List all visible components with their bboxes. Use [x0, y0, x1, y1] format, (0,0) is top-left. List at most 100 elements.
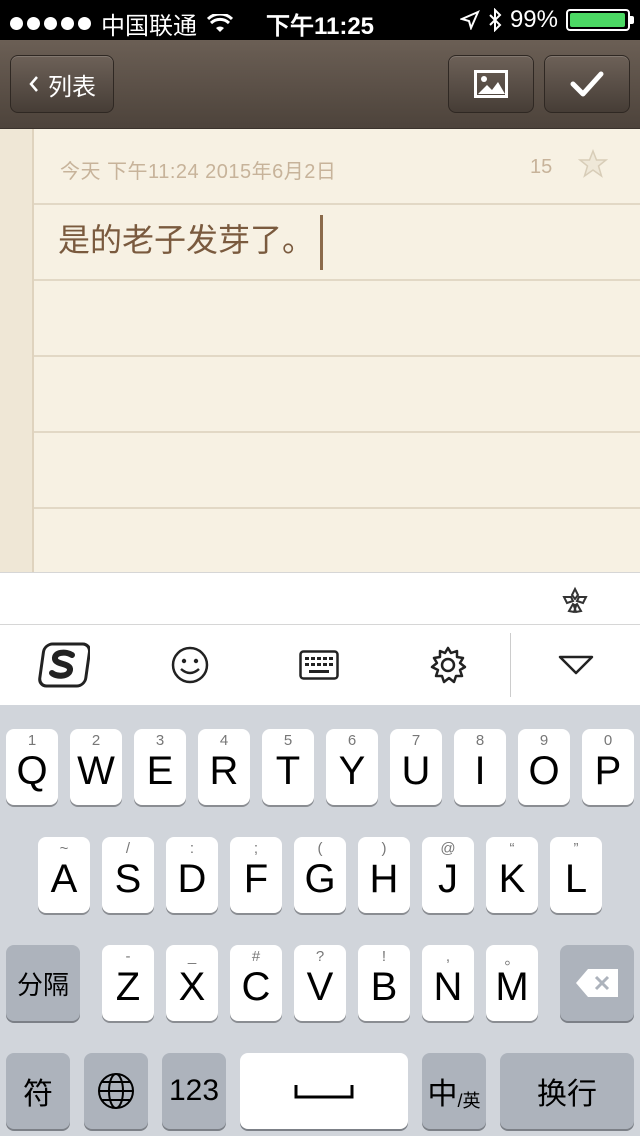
key-i[interactable]: 8I: [454, 729, 506, 805]
key-x[interactable]: _ X: [166, 945, 218, 1021]
key-s[interactable]: / S: [102, 837, 154, 913]
key-primary-label: E: [146, 749, 174, 793]
key-secondary-label: 0: [603, 732, 613, 749]
keyboard: 1Q2W3E4R5T6Y7U8I9O0P ~ A / S: D; F(G) H @ J “K” L …: [0, 705, 640, 1136]
key-primary-label: B: [370, 965, 398, 1009]
insert-image-button[interactable]: [448, 55, 534, 113]
key-primary-label: V: [306, 965, 334, 1009]
candidate-bar: [0, 572, 640, 625]
key-primary-label: Q: [16, 749, 48, 793]
key-v[interactable]: ? V: [294, 945, 346, 1021]
key-primary-label: P: [594, 749, 622, 793]
key-j[interactable]: @ J: [422, 837, 474, 913]
separator-key[interactable]: 分隔: [6, 945, 80, 1021]
key-primary-label: C: [241, 965, 271, 1009]
key-u[interactable]: 7U: [390, 729, 442, 805]
key-r[interactable]: 4R: [198, 729, 250, 805]
battery-icon: [566, 9, 634, 31]
key-primary-label: N: [433, 965, 463, 1009]
key-primary-label: H: [369, 857, 399, 901]
key-q[interactable]: 1Q: [6, 729, 58, 805]
bluetooth-icon: [489, 8, 502, 32]
key-g[interactable]: (G: [294, 837, 346, 913]
key-p[interactable]: 0P: [582, 729, 634, 805]
key-primary-label: M: [495, 965, 529, 1009]
key-secondary-label: @: [440, 840, 456, 857]
key-primary-label: J: [438, 857, 458, 901]
key-primary-label: L: [564, 857, 588, 901]
key-secondary-label: !: [381, 948, 387, 965]
key-secondary-label: -: [125, 948, 131, 965]
key-k[interactable]: “K: [486, 837, 538, 913]
key-t[interactable]: 5T: [262, 729, 314, 805]
globe-key[interactable]: [84, 1053, 148, 1129]
key-z[interactable]: -Z: [102, 945, 154, 1021]
key-secondary-label: 9: [539, 732, 549, 749]
key-secondary-label: ?: [315, 948, 325, 965]
key-secondary-label: _: [187, 948, 197, 965]
image-icon: [474, 70, 508, 98]
globe-icon: [98, 1073, 134, 1109]
key-f[interactable]: ; F: [230, 837, 282, 913]
back-button[interactable]: 列表: [10, 55, 114, 113]
key-secondary-label: /: [125, 840, 131, 857]
key-w[interactable]: 2W: [70, 729, 122, 805]
key-secondary-label: ”: [573, 840, 579, 857]
keyboard-icon: [299, 650, 339, 680]
return-key[interactable]: 换行: [500, 1053, 634, 1129]
keyboard-switch-button[interactable]: [264, 625, 374, 705]
key-secondary-label: 4: [219, 732, 229, 749]
key-a[interactable]: ~ A: [38, 837, 90, 913]
hide-keyboard-button[interactable]: [536, 625, 616, 705]
back-button-label: 列表: [48, 73, 96, 101]
status-bar: 中国联通 下午11:25 99%: [0, 0, 640, 40]
emoji-button[interactable]: [150, 625, 230, 705]
key-secondary-label: 3: [155, 732, 165, 749]
key-secondary-label: 2: [91, 732, 101, 749]
smiley-icon: [171, 646, 209, 684]
sogou-logo-button[interactable]: [24, 625, 104, 705]
gear-icon: [430, 646, 467, 684]
note-editor[interactable]: 今天 下午11:24 2015年6月2日 15 是的老子发芽了。: [0, 129, 640, 572]
character-count: 15: [530, 156, 553, 178]
flower-icon[interactable]: [560, 585, 590, 615]
key-secondary-label: 7: [411, 732, 421, 749]
key-e[interactable]: 3E: [134, 729, 186, 805]
done-button[interactable]: [544, 55, 630, 113]
key-m[interactable]: 。 M: [486, 945, 538, 1021]
delete-key[interactable]: [560, 945, 634, 1021]
key-l[interactable]: ” L: [550, 837, 602, 913]
language-key[interactable]: 中/英: [422, 1053, 486, 1129]
text-cursor: [320, 215, 323, 270]
key-c[interactable]: # C: [230, 945, 282, 1021]
space-key[interactable]: [240, 1053, 408, 1129]
key-secondary-label: 6: [347, 732, 357, 749]
key-secondary-label: #: [251, 948, 261, 965]
note-timestamp: 今天 下午11:24 2015年6月2日: [60, 161, 337, 183]
key-primary-label: Y: [338, 749, 366, 793]
key-primary-label: T: [275, 749, 301, 793]
key-b[interactable]: ! B: [358, 945, 410, 1021]
key-d[interactable]: :D: [166, 837, 218, 913]
note-text[interactable]: 是的老子发芽了。: [58, 215, 314, 261]
key-secondary-label: “: [509, 840, 515, 857]
key-secondary-label: 1: [27, 732, 37, 749]
symbol-key[interactable]: 符: [6, 1053, 70, 1129]
chevron-left-icon: [29, 76, 38, 92]
paper-margin: [0, 129, 34, 572]
key-primary-label: G: [304, 857, 336, 901]
key-h[interactable]: ) H: [358, 837, 410, 913]
key-primary-label: A: [50, 857, 78, 901]
star-icon[interactable]: [578, 149, 608, 179]
key-primary-label: W: [77, 749, 115, 793]
key-secondary-label: ,: [445, 948, 451, 965]
key-primary-label: O: [528, 749, 560, 793]
key-o[interactable]: 9O: [518, 729, 570, 805]
key-y[interactable]: 6Y: [326, 729, 378, 805]
key-n[interactable]: ,N: [422, 945, 474, 1021]
settings-button[interactable]: [408, 625, 488, 705]
numbers-key[interactable]: 123: [162, 1053, 226, 1129]
key-primary-label: S: [114, 857, 142, 901]
navigation-bar: 列表: [0, 40, 640, 129]
key-primary-label: K: [498, 857, 526, 901]
